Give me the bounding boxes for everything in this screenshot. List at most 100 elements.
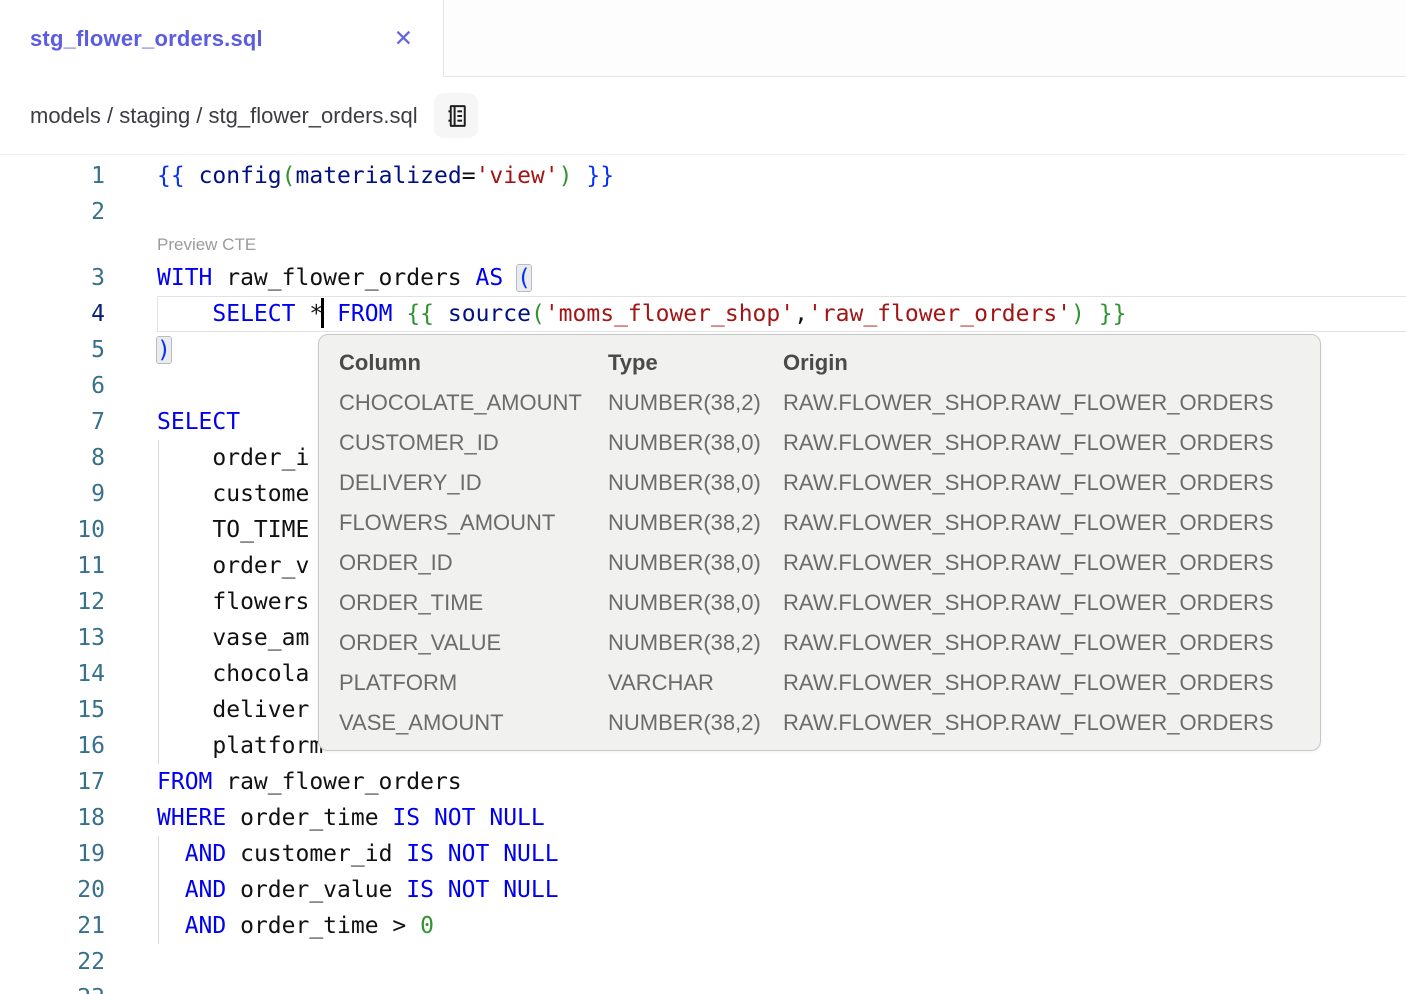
tab-stg-flower-orders[interactable]: stg_flower_orders.sql ✕: [0, 0, 444, 77]
code-token: [1085, 301, 1099, 327]
code-line-4: 4 SELECT * FROM {{ source('moms_flower_s…: [0, 296, 1406, 332]
code-token: SELECT: [157, 409, 240, 435]
popup-cell-origin: RAW.FLOWER_SHOP.RAW_FLOWER_ORDERS: [783, 390, 1302, 416]
code-token: TO_TIME: [157, 517, 309, 543]
popup-cell-type: NUMBER(38,0): [608, 430, 783, 456]
code-token: customer_id: [226, 841, 406, 867]
line-number: 22: [0, 944, 105, 980]
code-token: [503, 265, 517, 291]
code-token: =: [462, 163, 476, 189]
code-token: materialized: [296, 163, 462, 189]
line-number: 15: [0, 692, 105, 728]
line-number: 14: [0, 656, 105, 692]
column-info-table: ColumnTypeOriginCHOCOLATE_AMOUNTNUMBER(3…: [339, 343, 1302, 743]
code-text[interactable]: [157, 194, 1406, 230]
code-token: WHERE: [157, 805, 226, 831]
line-number: 2: [0, 194, 105, 230]
line-number: 4: [0, 296, 105, 332]
code-text[interactable]: [157, 980, 1406, 994]
popup-cell-origin: RAW.FLOWER_SHOP.RAW_FLOWER_ORDERS: [783, 630, 1302, 656]
code-token: [185, 163, 199, 189]
code-token: 'view': [476, 163, 559, 189]
code-token: IS NOT NULL: [406, 841, 558, 867]
code-token: ): [1071, 301, 1085, 327]
matched-bracket: ): [157, 337, 171, 363]
popup-cell-column: CHOCOLATE_AMOUNT: [339, 390, 608, 416]
popup-header-origin: Origin: [783, 350, 1302, 376]
popup-cell-type: VARCHAR: [608, 670, 783, 696]
code-line-18: 18WHERE order_time IS NOT NULL: [0, 800, 1406, 836]
popup-header-column: Column: [339, 350, 608, 376]
code-text[interactable]: AND order_time > 0: [157, 908, 1406, 944]
code-line-19: 19 AND customer_id IS NOT NULL: [0, 836, 1406, 872]
line-number: 12: [0, 584, 105, 620]
line-number: 21: [0, 908, 105, 944]
popup-header-type: Type: [608, 350, 783, 376]
line-number: 11: [0, 548, 105, 584]
code-token: ,: [794, 301, 808, 327]
code-text[interactable]: FROM raw_flower_orders: [157, 764, 1406, 800]
code-token: WITH: [157, 265, 212, 291]
popup-cell-origin: RAW.FLOWER_SHOP.RAW_FLOWER_ORDERS: [783, 590, 1302, 616]
code-line-21: 21 AND order_time > 0: [0, 908, 1406, 944]
popup-cell-column: VASE_AMOUNT: [339, 710, 608, 736]
breadcrumb[interactable]: models / staging / stg_flower_orders.sql: [30, 103, 418, 129]
code-text[interactable]: [157, 944, 1406, 980]
code-token: [434, 301, 448, 327]
code-text[interactable]: SELECT * FROM {{ source('moms_flower_sho…: [157, 296, 1406, 332]
code-line-1: 1{{ config(materialized='view') }}: [0, 158, 1406, 194]
popup-cell-type: NUMBER(38,0): [608, 550, 783, 576]
popup-cell-type: NUMBER(38,2): [608, 390, 783, 416]
code-token: 'raw_flower_orders': [808, 301, 1071, 327]
code-token: order_value: [226, 877, 406, 903]
code-token: vase_am: [157, 625, 309, 651]
tab-close-icon[interactable]: ✕: [394, 27, 413, 50]
code-token: order_i: [157, 445, 309, 471]
tab-strip-empty-area: [444, 0, 1406, 77]
code-lens-preview-cte[interactable]: Preview CTE: [0, 230, 1406, 260]
code-token: (: [282, 163, 296, 189]
popup-cell-type: NUMBER(38,0): [608, 470, 783, 496]
code-text[interactable]: WHERE order_time IS NOT NULL: [157, 800, 1406, 836]
notebook-button[interactable]: [434, 93, 478, 138]
popup-cell-type: NUMBER(38,2): [608, 630, 783, 656]
popup-cell-origin: RAW.FLOWER_SHOP.RAW_FLOWER_ORDERS: [783, 710, 1302, 736]
code-token: source: [448, 301, 531, 327]
code-line-23: 23: [0, 980, 1406, 994]
code-token: [295, 301, 309, 327]
code-line-22: 22: [0, 944, 1406, 980]
code-text[interactable]: {{ config(materialized='view') }}: [157, 158, 1406, 194]
breadcrumb-row: models / staging / stg_flower_orders.sql: [0, 77, 1406, 155]
line-number: 23: [0, 980, 105, 994]
line-number: 19: [0, 836, 105, 872]
text-cursor: [321, 298, 324, 328]
line-number: 7: [0, 404, 105, 440]
code-line-3: 3WITH raw_flower_orders AS (: [0, 260, 1406, 296]
line-number: 20: [0, 872, 105, 908]
popup-cell-origin: RAW.FLOWER_SHOP.RAW_FLOWER_ORDERS: [783, 550, 1302, 576]
line-number: 5: [0, 332, 105, 368]
code-text[interactable]: AND order_value IS NOT NULL: [157, 872, 1406, 908]
code-token: {{: [157, 163, 185, 189]
code-token: order_time: [226, 913, 392, 939]
code-token: IS NOT NULL: [406, 877, 558, 903]
code-token: 0: [420, 913, 434, 939]
code-token: custome: [157, 481, 309, 507]
tab-title: stg_flower_orders.sql: [30, 26, 263, 52]
code-token: order_v: [157, 553, 309, 579]
popup-cell-column: CUSTOMER_ID: [339, 430, 608, 456]
code-token: 'moms_flower_shop': [545, 301, 794, 327]
code-token: {{: [406, 301, 434, 327]
popup-cell-origin: RAW.FLOWER_SHOP.RAW_FLOWER_ORDERS: [783, 470, 1302, 496]
line-number: 6: [0, 368, 105, 404]
line-number: 13: [0, 620, 105, 656]
code-token: [573, 163, 587, 189]
popup-cell-origin: RAW.FLOWER_SHOP.RAW_FLOWER_ORDERS: [783, 430, 1302, 456]
code-token: }}: [586, 163, 614, 189]
code-line-20: 20 AND order_value IS NOT NULL: [0, 872, 1406, 908]
code-text[interactable]: AND customer_id IS NOT NULL: [157, 836, 1406, 872]
notebook-icon: [442, 102, 470, 130]
code-text[interactable]: WITH raw_flower_orders AS (: [157, 260, 1406, 296]
code-token: order_time: [226, 805, 392, 831]
popup-cell-column: FLOWERS_AMOUNT: [339, 510, 608, 536]
